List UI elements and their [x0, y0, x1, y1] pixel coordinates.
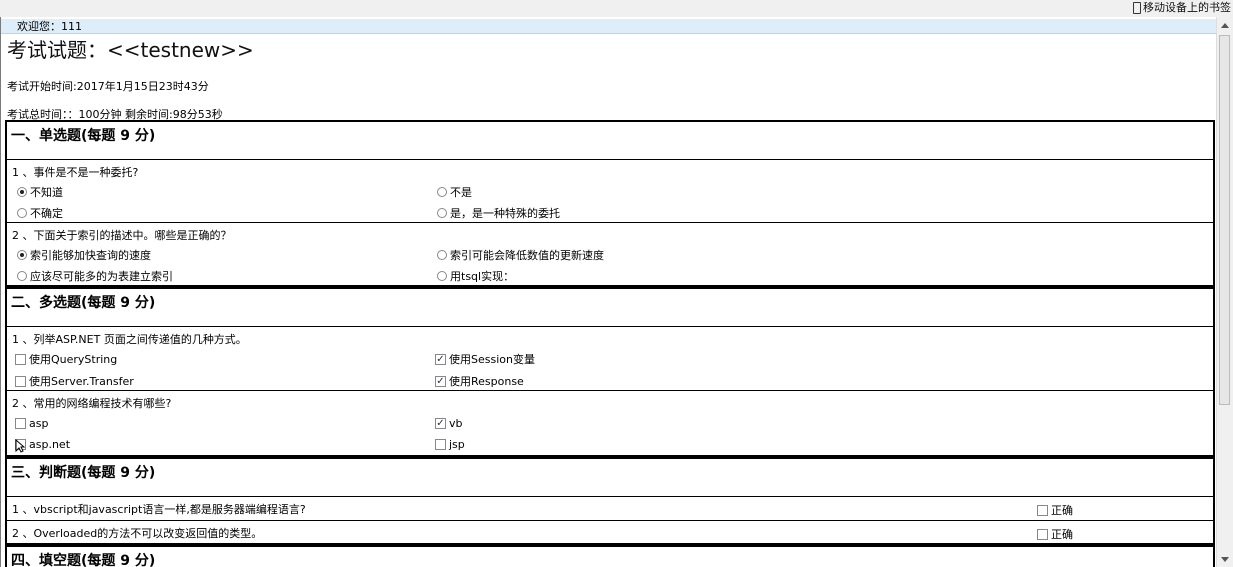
question-block: 2 、Overloaded的方法不可以改变返回值的类型。 正确 — [5, 521, 1215, 545]
option-label: 正确 — [1051, 528, 1073, 541]
option-label: 使用Session变量 — [449, 353, 535, 366]
option-label: 使用Response — [449, 375, 524, 388]
question-text: 1 、事件是不是一种委托? — [12, 166, 139, 179]
checkbox-option[interactable]: 使用QueryString — [15, 351, 117, 367]
radio-button[interactable] — [437, 250, 447, 260]
checkbox[interactable] — [1037, 528, 1048, 540]
checkbox-option[interactable]: 正确 — [1037, 502, 1073, 518]
radio-button[interactable] — [17, 208, 27, 218]
radio-button[interactable] — [17, 187, 27, 197]
checkbox-option[interactable]: ✓ 使用Session变量 — [435, 351, 535, 367]
checkbox-checked[interactable]: ✓ — [435, 375, 446, 387]
radio-button[interactable] — [437, 208, 447, 218]
question-block: 1 、列举ASP.NET 页面之间传递值的几种方式。 使用QueryString… — [5, 327, 1215, 391]
option-label: 不知道 — [30, 186, 63, 199]
radio-option[interactable]: 不知道 — [17, 184, 63, 200]
radio-option[interactable]: 索引能够加快查询的速度 — [17, 247, 151, 263]
checkbox[interactable] — [15, 375, 26, 387]
radio-option[interactable]: 是，是一种特殊的委托 — [437, 205, 560, 221]
browser-toolbar: 移动设备上的书签 — [0, 0, 1233, 18]
option-label: asp.net — [29, 438, 71, 451]
checkbox-option[interactable]: jsp — [435, 438, 465, 451]
vertical-scrollbar[interactable] — [1216, 17, 1233, 567]
phone-icon — [1133, 1, 1141, 14]
exam-start-time: 考试开始时间:2017年1月15日23时43分 — [7, 80, 209, 93]
section-heading-judge: 三、判断题(每题 9 分) — [5, 457, 1215, 497]
section-heading-single: 一、单选题(每题 9 分) — [5, 120, 1215, 160]
question-block: 1 、vbscript和javascript语言一样,都是服务器端编程语言? 正… — [5, 497, 1215, 521]
radio-button[interactable] — [17, 250, 27, 260]
checkbox-checked[interactable]: ✓ — [435, 418, 446, 429]
question-block: 2 、下面关于索引的描述中。哪些是正确的？ 索引能够加快查询的速度 索引可能会降… — [5, 223, 1215, 287]
option-label: jsp — [449, 438, 465, 451]
question-block: 2 、常用的网络编程技术有哪些? asp ✓ vb asp.net jsp — [5, 391, 1215, 457]
option-label: asp — [29, 417, 49, 430]
welcome-bar: 欢迎您：111 — [1, 19, 1218, 34]
checkbox-option[interactable]: ✓ vb — [435, 417, 463, 430]
page-title: 考试试题：<<testnew>> — [7, 38, 254, 62]
radio-option[interactable]: 不是 — [437, 184, 472, 200]
option-label: 使用Server.Transfer — [29, 375, 134, 388]
question-text: 1 、列举ASP.NET 页面之间传递值的几种方式。 — [12, 333, 247, 346]
radio-option[interactable]: 应该尽可能多的为表建立索引 — [17, 268, 173, 284]
question-text: 2 、Overloaded的方法不可以改变返回值的类型。 — [12, 527, 263, 540]
question-block: 1 、事件是不是一种委托? 不知道 不是 不确定 是，是一种特殊的委托 — [5, 160, 1215, 223]
question-text: 2 、下面关于索引的描述中。哪些是正确的？ — [12, 229, 232, 242]
mobile-bookmarks-link[interactable]: 移动设备上的书签 — [1133, 0, 1231, 15]
option-label: 使用QueryString — [29, 353, 118, 366]
scroll-up-icon[interactable] — [1221, 23, 1229, 28]
option-label: vb — [449, 417, 463, 430]
section-heading-multi: 二、多选题(每题 9 分) — [5, 287, 1215, 327]
checkbox[interactable] — [15, 353, 26, 365]
scroll-down-icon[interactable] — [1221, 557, 1229, 562]
checkbox-option[interactable]: 使用Server.Transfer — [15, 373, 134, 389]
checkbox-option[interactable]: asp — [15, 417, 48, 430]
radio-button[interactable] — [437, 271, 447, 281]
question-text: 2 、常用的网络编程技术有哪些? — [12, 397, 172, 410]
radio-button[interactable] — [17, 271, 27, 281]
option-label: 是，是一种特殊的委托 — [450, 207, 560, 220]
option-label: 正确 — [1051, 504, 1073, 517]
option-label: 应该尽可能多的为表建立索引 — [30, 270, 173, 283]
option-label: 不是 — [450, 186, 472, 199]
checkbox-option[interactable]: 正确 — [1037, 526, 1073, 542]
checkbox-checked[interactable]: ✓ — [435, 353, 446, 365]
checkbox[interactable] — [435, 439, 446, 450]
scrollbar-thumb[interactable] — [1219, 35, 1230, 405]
option-label: 用tsql实现： — [450, 270, 515, 283]
checkbox[interactable] — [1037, 504, 1048, 516]
mobile-bookmarks-label: 移动设备上的书签 — [1143, 1, 1231, 14]
radio-option[interactable]: 用tsql实现： — [437, 268, 514, 284]
radio-option[interactable]: 不确定 — [17, 205, 63, 221]
checkbox[interactable] — [15, 418, 26, 429]
option-label: 不确定 — [30, 207, 63, 220]
checkbox-option[interactable]: ✓ 使用Response — [435, 373, 524, 389]
radio-option[interactable]: 索引可能会降低数值的更新速度 — [437, 247, 604, 263]
radio-button[interactable] — [437, 187, 447, 197]
exam-page: 欢迎您：111 考试试题：<<testnew>> 考试开始时间:2017年1月1… — [0, 17, 1218, 567]
option-label: 索引能够加快查询的速度 — [30, 249, 151, 262]
option-label: 索引可能会降低数值的更新速度 — [450, 249, 604, 262]
question-text: 1 、vbscript和javascript语言一样,都是服务器端编程语言? — [12, 503, 306, 516]
section-heading-fill: 四、填空题(每题 9 分) — [5, 545, 1215, 567]
